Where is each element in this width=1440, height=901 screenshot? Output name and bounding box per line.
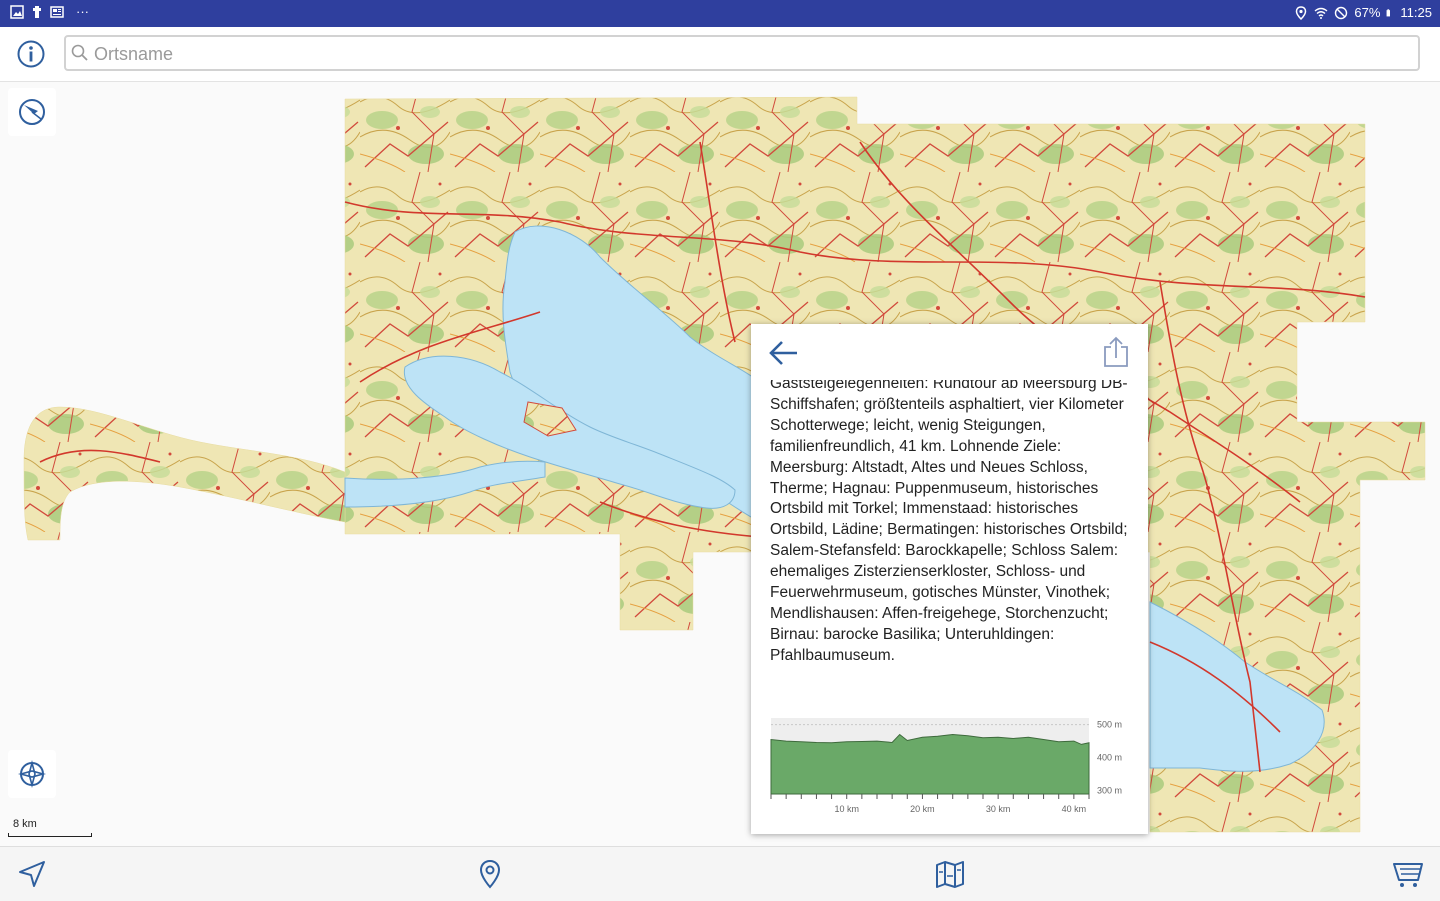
compass-icon	[19, 99, 45, 125]
share-icon[interactable]	[1102, 336, 1130, 368]
battery-icon	[1386, 8, 1391, 16]
shopping-cart-icon[interactable]	[1392, 858, 1424, 890]
profile-x-label: 30 km	[986, 804, 1011, 814]
profile-x-labels: 10 km 20 km 30 km 40 km	[834, 804, 1086, 814]
locate-button[interactable]	[8, 750, 56, 798]
compass-button[interactable]	[8, 88, 56, 136]
status-system: 67% 11:25	[1294, 5, 1432, 20]
profile-y-labels: 500 m 400 m 300 m	[1097, 720, 1122, 796]
profile-x-label: 40 km	[1062, 804, 1087, 814]
profile-y-label: 300 m	[1097, 786, 1122, 796]
location-icon	[1296, 5, 1307, 20]
map-icon[interactable]	[934, 858, 966, 890]
map-pin-icon[interactable]	[474, 858, 506, 890]
usb-notification-icon	[33, 5, 41, 18]
more-notifications-indicator: ···	[76, 4, 89, 19]
route-description: Gaststeigelegenheiten: Rundtour ab Meers…	[770, 380, 1128, 664]
battery-percentage: 67%	[1354, 5, 1381, 20]
panel-header	[751, 324, 1148, 380]
search-box[interactable]	[64, 35, 1420, 71]
search-input[interactable]	[92, 40, 1396, 68]
elevation-profile-chart: 500 m 400 m 300 m 10 km 20 km 30 km 40 km	[770, 718, 1122, 814]
info-icon[interactable]	[16, 39, 46, 69]
do-not-disturb-icon	[1335, 6, 1348, 19]
news-notification-icon	[50, 5, 64, 18]
search-icon	[71, 44, 88, 61]
profile-y-label: 500 m	[1097, 720, 1122, 730]
back-arrow-icon[interactable]	[767, 338, 801, 368]
scale-label: 8 km	[13, 818, 37, 830]
bottom-navigation	[0, 846, 1440, 901]
status-bar: ··· 67% 11:25	[0, 0, 1440, 27]
profile-x-label: 20 km	[910, 804, 935, 814]
profile-x-ticks	[770, 794, 1090, 799]
profile-y-label: 400 m	[1097, 753, 1122, 763]
map-view[interactable]: 8 km	[0, 82, 1440, 846]
profile-x-label: 10 km	[834, 804, 859, 814]
scale-bar	[8, 833, 92, 837]
route-info-panel: Gaststeigelegenheiten: Rundtour ab Meers…	[751, 324, 1148, 834]
navigate-arrow-icon[interactable]	[16, 858, 48, 890]
image-notification-icon	[10, 4, 24, 19]
navigation-compass-icon	[17, 759, 47, 789]
elevation-profile-area	[770, 733, 1090, 795]
search-toolbar	[0, 27, 1440, 82]
map-scale: 8 km	[8, 818, 94, 838]
status-notifications: ···	[10, 4, 89, 19]
topographic-map[interactable]	[0, 82, 1440, 846]
panel-scroll-area[interactable]: Gaststeigelegenheiten: Rundtour ab Meers…	[751, 380, 1148, 700]
wifi-icon	[1314, 7, 1328, 19]
clock: 11:25	[1400, 5, 1432, 20]
